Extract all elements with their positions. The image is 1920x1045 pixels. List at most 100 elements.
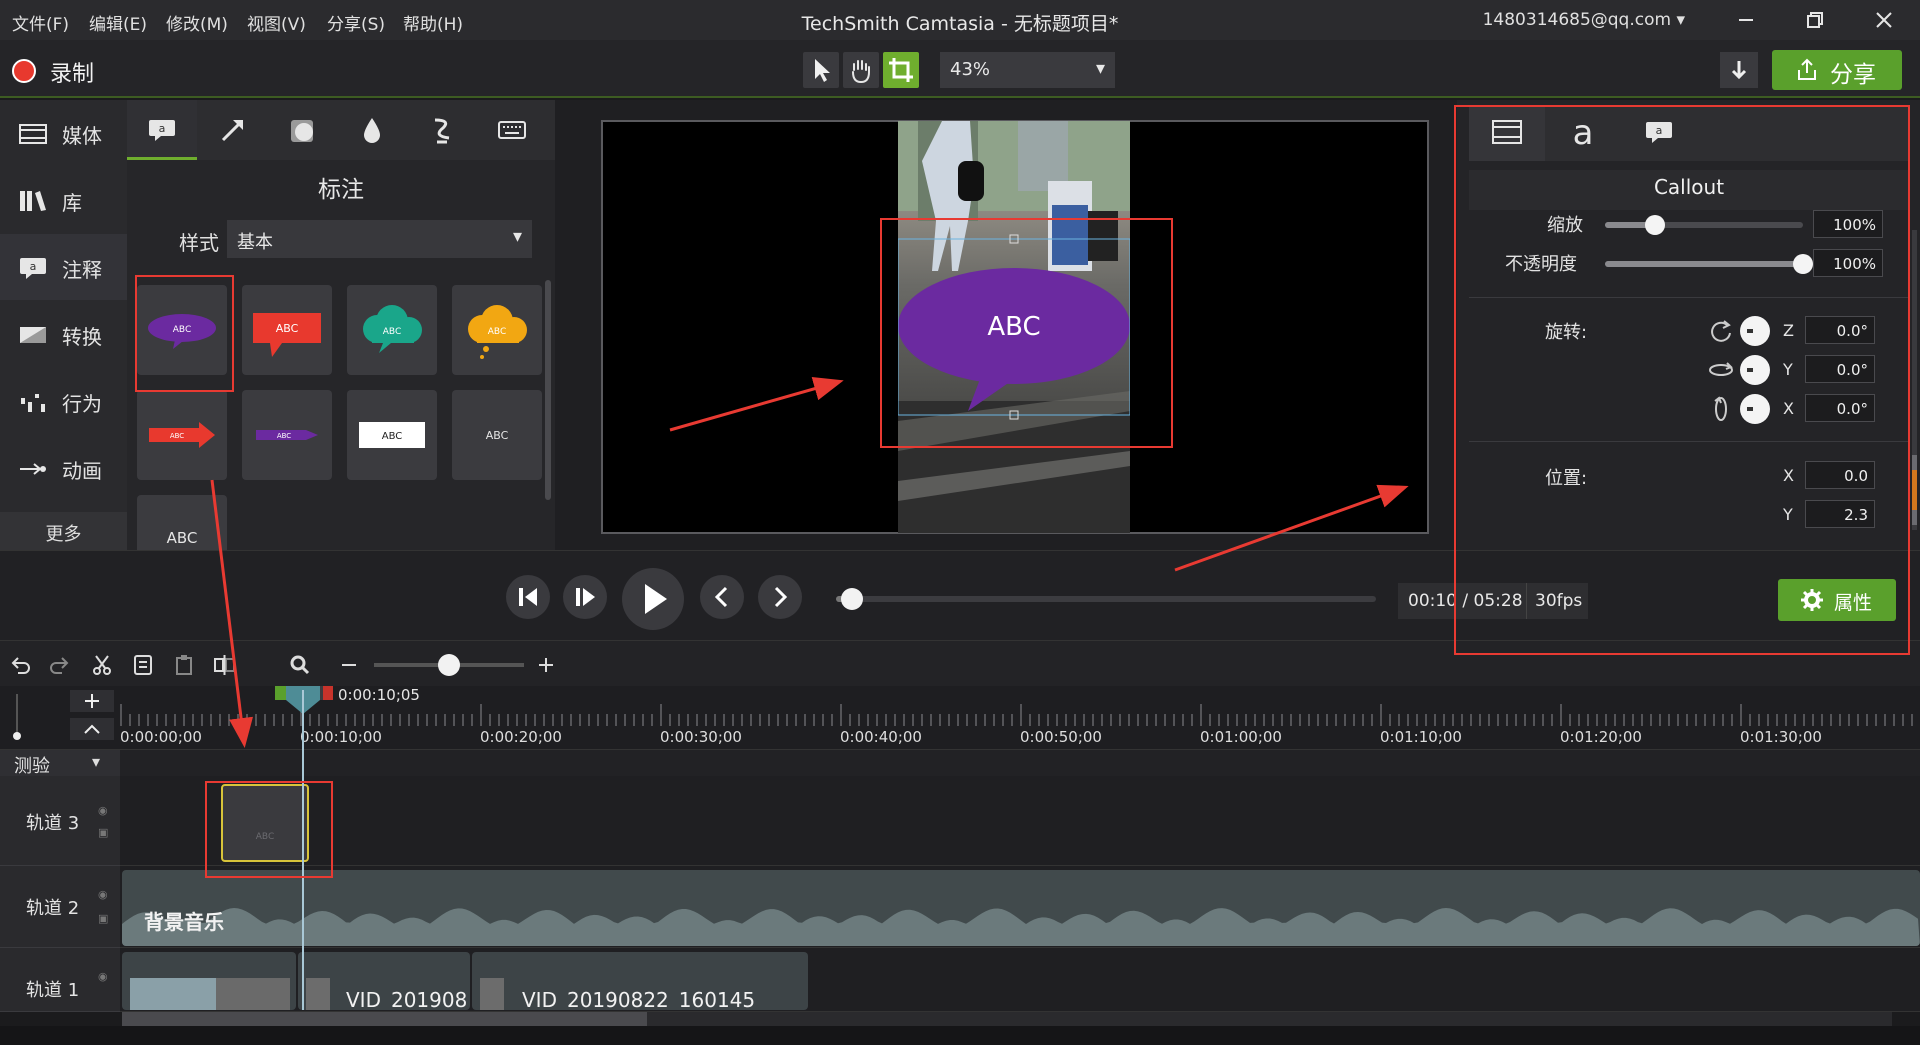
account-menu[interactable]: 1480314685@qq.com ▾ — [1483, 10, 1685, 30]
callout-tile[interactable]: ABC — [137, 390, 227, 480]
record-label[interactable]: 录制 — [50, 56, 94, 88]
lock-icon[interactable]: ▣ — [98, 826, 108, 839]
account-email: 1480314685@qq.com — [1482, 10, 1672, 30]
video-clip-label: VID_20190822_160145 — [522, 988, 756, 1010]
tile-text: ABC — [170, 432, 184, 440]
paste-icon[interactable] — [172, 653, 196, 677]
download-icon — [1731, 61, 1747, 80]
restore-icon[interactable] — [1803, 8, 1827, 32]
sidebar-item-library[interactable]: 库 — [0, 167, 127, 233]
eye-icon[interactable]: ◉ — [98, 888, 108, 901]
callout-tile[interactable]: ABC — [347, 390, 437, 480]
next-marker-button[interactable] — [758, 575, 802, 619]
close-icon[interactable] — [1872, 8, 1896, 32]
sidebar-item-label: 行为 — [62, 392, 102, 416]
tab-arrows[interactable] — [197, 100, 267, 160]
cut-icon[interactable] — [90, 653, 114, 677]
style-dropdown[interactable]: 基本 ▾ — [227, 220, 532, 258]
track-name: 轨道 1 — [26, 980, 80, 1001]
pan-tool-button[interactable] — [843, 52, 879, 88]
callout-tile[interactable]: ABC — [452, 390, 542, 480]
track-header-2[interactable]: 轨道 2 ◉ ▣ — [0, 866, 120, 948]
ruler-tick-label: 0:00:10;00 — [300, 728, 382, 746]
tab-callouts[interactable]: a — [127, 100, 197, 160]
zoom-dropdown[interactable]: 43% ▾ — [940, 52, 1115, 88]
export-button[interactable] — [1720, 52, 1758, 88]
callout-tile[interactable]: ABC — [242, 285, 332, 375]
timeline-ruler[interactable]: 0:00:00;00 0:00:10;00 0:00:20;00 0:00:30;00… — [0, 686, 1920, 750]
tab-blur[interactable] — [337, 100, 407, 160]
upload-icon — [1798, 58, 1816, 80]
audio-clip[interactable]: 背景音乐 — [122, 870, 1920, 946]
crop-tool-button[interactable] — [883, 52, 919, 88]
redo-icon[interactable] — [48, 653, 72, 677]
track-height-slider[interactable] — [12, 694, 22, 740]
eye-icon[interactable]: ◉ — [98, 970, 108, 983]
video-clip[interactable]: VID_20190822_160145 — [472, 952, 808, 1010]
sidebar-item-media[interactable]: 媒体 — [0, 100, 127, 166]
callout-tile[interactable]: ABC — [137, 495, 227, 550]
scrubber-knob[interactable] — [841, 588, 864, 610]
callout-tile[interactable]: ABC — [347, 285, 437, 375]
tab-shapes[interactable] — [267, 100, 337, 160]
left-sidebar: 媒体 库 a 注释 转换 行为 动画 更多 — [0, 100, 127, 550]
callout-tile[interactable]: ABC — [452, 285, 542, 375]
tab-sketch[interactable] — [407, 100, 477, 160]
playhead-time: 0:00:10;05 — [338, 686, 420, 704]
timeline-zoom-knob[interactable] — [438, 654, 460, 676]
track-group-bar — [120, 750, 1920, 776]
share-button[interactable]: 分享 — [1772, 50, 1902, 90]
panel-scrollbar[interactable] — [545, 280, 551, 500]
track-header-3[interactable]: 轨道 3 ◉ ▣ — [0, 776, 120, 866]
track-header-1[interactable]: 轨道 1 ◉ — [0, 948, 120, 1012]
tile-text: ABC — [167, 529, 198, 547]
tile-text: ABC — [382, 431, 403, 442]
audio-waveform — [122, 908, 1920, 946]
sidebar-item-animations[interactable]: 动画 — [0, 435, 127, 501]
sidebar-item-transitions[interactable]: 转换 — [0, 301, 127, 367]
timeline-scrollbar-thumb[interactable] — [122, 1012, 647, 1026]
minimize-icon[interactable] — [1734, 8, 1758, 32]
plus-icon — [85, 694, 99, 708]
chevron-down-icon: ▾ — [1095, 58, 1105, 79]
undo-icon[interactable] — [8, 653, 32, 677]
track-3[interactable] — [120, 776, 1920, 866]
collapse-tracks-button[interactable] — [70, 718, 114, 740]
video-clip[interactable]: VID_201908 — [298, 952, 470, 1010]
sketch-icon — [434, 118, 450, 144]
copy-icon[interactable] — [131, 653, 155, 677]
video-clip[interactable] — [122, 952, 296, 1010]
split-icon[interactable] — [212, 653, 236, 677]
tab-keystrokes[interactable] — [477, 100, 547, 160]
previous-marker-button[interactable] — [700, 575, 744, 619]
callout-tile[interactable]: ABC — [242, 390, 332, 480]
ruler-tick-label: 0:01:20;00 — [1560, 728, 1642, 746]
zoom-in-icon[interactable] — [534, 653, 558, 677]
tile-text: ABC — [486, 429, 509, 442]
step-forward-button[interactable] — [563, 575, 607, 619]
playback-scrubber[interactable] — [836, 596, 1376, 602]
chevron-down-icon[interactable]: ▾ — [92, 752, 100, 771]
ruler-tick-label: 0:01:00;00 — [1200, 728, 1282, 746]
track-group-header[interactable]: 测验 ▾ — [0, 750, 120, 777]
zoom-out-icon[interactable] — [337, 653, 361, 677]
sidebar-item-behaviors[interactable]: 行为 — [0, 368, 127, 434]
lock-icon[interactable]: ▣ — [98, 912, 108, 925]
shape-icon — [291, 120, 313, 142]
search-icon[interactable] — [288, 653, 312, 677]
add-track-button[interactable] — [70, 690, 114, 712]
sidebar-item-label: 转换 — [62, 325, 102, 349]
audio-clip-label: 背景音乐 — [144, 910, 224, 934]
step-back-button[interactable] — [506, 575, 550, 619]
select-tool-button[interactable] — [803, 52, 839, 88]
step-back-icon — [519, 588, 537, 606]
ruler-tick-label: 0:00:20;00 — [480, 728, 562, 746]
main-toolbar: 录制 43% ▾ 分享 — [0, 40, 1920, 98]
sidebar-more-button[interactable]: 更多 — [0, 512, 127, 550]
sidebar-item-annotations[interactable]: a 注释 — [0, 234, 127, 300]
eye-icon[interactable]: ◉ — [98, 804, 108, 817]
play-button[interactable] — [622, 568, 684, 630]
blur-icon — [364, 118, 380, 143]
sidebar-item-label: 动画 — [62, 459, 102, 483]
record-icon[interactable] — [12, 59, 36, 83]
